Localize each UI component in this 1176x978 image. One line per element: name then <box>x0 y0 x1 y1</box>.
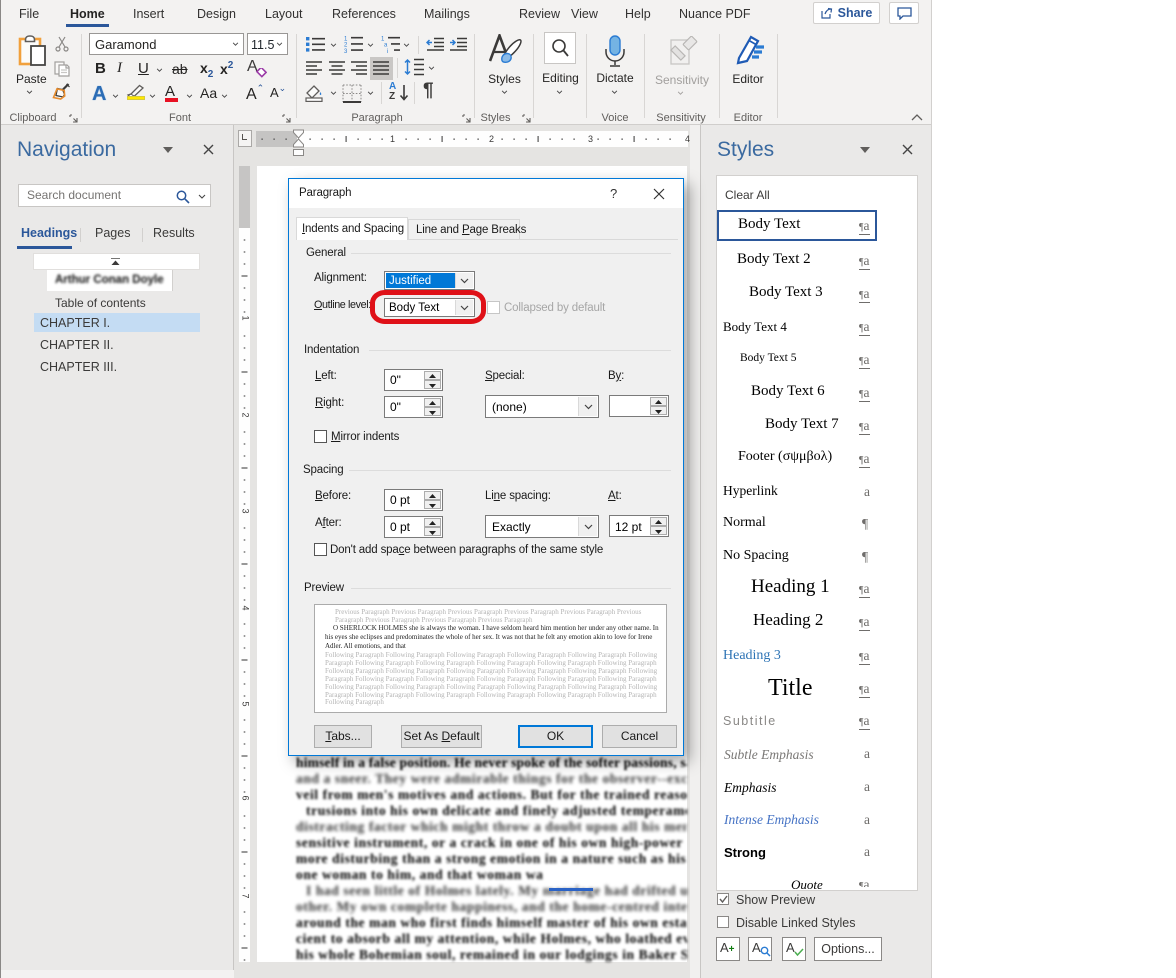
svg-text:i: i <box>387 49 388 53</box>
svg-text:1: 1 <box>381 36 385 42</box>
svg-text:1: 1 <box>344 36 348 42</box>
svg-text:a: a <box>384 43 388 49</box>
svg-text:3: 3 <box>344 49 348 53</box>
svg-text:2: 2 <box>344 43 348 49</box>
